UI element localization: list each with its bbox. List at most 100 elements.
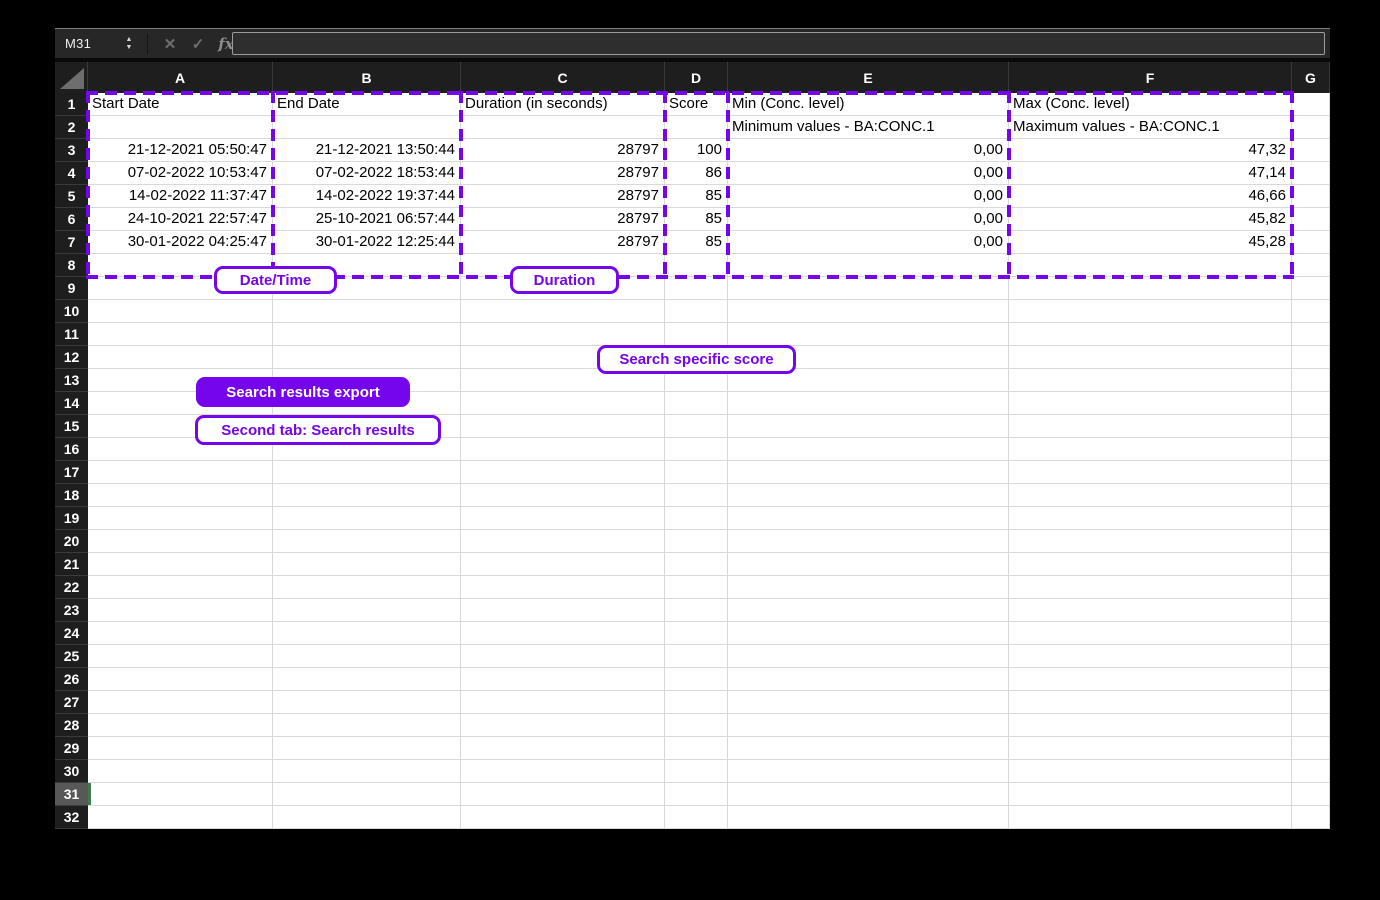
cell-F18[interactable] bbox=[1009, 484, 1292, 507]
cell-E29[interactable] bbox=[728, 737, 1009, 760]
cell-C6[interactable]: 28797 bbox=[461, 208, 665, 231]
cell-D17[interactable] bbox=[665, 461, 728, 484]
cell-B7[interactable]: 30-01-2022 12:25:44 bbox=[273, 231, 461, 254]
cell-G32[interactable] bbox=[1292, 806, 1330, 829]
cell-A18[interactable] bbox=[88, 484, 273, 507]
second-tab-search-results-button[interactable]: Second tab: Search results bbox=[195, 415, 441, 445]
stepper-up-icon[interactable]: ▲ bbox=[121, 36, 137, 43]
cell-F24[interactable] bbox=[1009, 622, 1292, 645]
cell-D3[interactable]: 100 bbox=[665, 139, 728, 162]
cell-F21[interactable] bbox=[1009, 553, 1292, 576]
cell-E31[interactable] bbox=[728, 783, 1009, 806]
row-header-5[interactable]: 5 bbox=[55, 185, 88, 208]
cell-A12[interactable] bbox=[88, 346, 273, 369]
cell-C24[interactable] bbox=[461, 622, 665, 645]
cell-F3[interactable]: 47,32 bbox=[1009, 139, 1292, 162]
cell-G29[interactable] bbox=[1292, 737, 1330, 760]
cell-G9[interactable] bbox=[1292, 277, 1330, 300]
search-results-export-button[interactable]: Search results export bbox=[196, 377, 410, 407]
cell-D8[interactable] bbox=[665, 254, 728, 277]
cell-F26[interactable] bbox=[1009, 668, 1292, 691]
cell-E19[interactable] bbox=[728, 507, 1009, 530]
cell-E23[interactable] bbox=[728, 599, 1009, 622]
cell-G24[interactable] bbox=[1292, 622, 1330, 645]
cell-F27[interactable] bbox=[1009, 691, 1292, 714]
cell-E4[interactable]: 0,00 bbox=[728, 162, 1009, 185]
cell-C11[interactable] bbox=[461, 323, 665, 346]
row-header-20[interactable]: 20 bbox=[55, 530, 88, 553]
cell-D1[interactable]: Score bbox=[665, 93, 728, 116]
row-header-32[interactable]: 32 bbox=[55, 806, 88, 829]
cell-D27[interactable] bbox=[665, 691, 728, 714]
cell-E15[interactable] bbox=[728, 415, 1009, 438]
row-header-8[interactable]: 8 bbox=[55, 254, 88, 277]
cell-D14[interactable] bbox=[665, 392, 728, 415]
cell-B20[interactable] bbox=[273, 530, 461, 553]
cell-A2[interactable] bbox=[88, 116, 273, 139]
cell-E6[interactable]: 0,00 bbox=[728, 208, 1009, 231]
cell-E10[interactable] bbox=[728, 300, 1009, 323]
row-header-22[interactable]: 22 bbox=[55, 576, 88, 599]
row-header-25[interactable]: 25 bbox=[55, 645, 88, 668]
cell-F17[interactable] bbox=[1009, 461, 1292, 484]
cell-F11[interactable] bbox=[1009, 323, 1292, 346]
cell-A4[interactable]: 07-02-2022 10:53:47 bbox=[88, 162, 273, 185]
cell-G15[interactable] bbox=[1292, 415, 1330, 438]
cell-E28[interactable] bbox=[728, 714, 1009, 737]
cell-C25[interactable] bbox=[461, 645, 665, 668]
cell-C23[interactable] bbox=[461, 599, 665, 622]
cell-D21[interactable] bbox=[665, 553, 728, 576]
cell-A3[interactable]: 21-12-2021 05:50:47 bbox=[88, 139, 273, 162]
row-header-14[interactable]: 14 bbox=[55, 392, 88, 415]
cell-F10[interactable] bbox=[1009, 300, 1292, 323]
cell-B11[interactable] bbox=[273, 323, 461, 346]
column-header-G[interactable]: G bbox=[1292, 62, 1330, 93]
cell-G20[interactable] bbox=[1292, 530, 1330, 553]
cell-D16[interactable] bbox=[665, 438, 728, 461]
name-box-stepper[interactable]: ▲ ▼ bbox=[121, 36, 137, 51]
cell-G12[interactable] bbox=[1292, 346, 1330, 369]
cell-E25[interactable] bbox=[728, 645, 1009, 668]
cell-E17[interactable] bbox=[728, 461, 1009, 484]
cell-B25[interactable] bbox=[273, 645, 461, 668]
column-header-B[interactable]: B bbox=[273, 62, 461, 93]
cell-A5[interactable]: 14-02-2022 11:37:47 bbox=[88, 185, 273, 208]
duration-annotation-button[interactable]: Duration bbox=[510, 266, 619, 294]
formula-input[interactable] bbox=[232, 32, 1325, 55]
cell-G30[interactable] bbox=[1292, 760, 1330, 783]
cell-A30[interactable] bbox=[88, 760, 273, 783]
cell-E20[interactable] bbox=[728, 530, 1009, 553]
cell-G28[interactable] bbox=[1292, 714, 1330, 737]
row-header-2[interactable]: 2 bbox=[55, 116, 88, 139]
cell-B29[interactable] bbox=[273, 737, 461, 760]
cell-B19[interactable] bbox=[273, 507, 461, 530]
cell-C5[interactable]: 28797 bbox=[461, 185, 665, 208]
cell-G17[interactable] bbox=[1292, 461, 1330, 484]
row-header-31[interactable]: 31 bbox=[55, 783, 88, 806]
cell-B6[interactable]: 25-10-2021 06:57:44 bbox=[273, 208, 461, 231]
cell-B30[interactable] bbox=[273, 760, 461, 783]
cell-G5[interactable] bbox=[1292, 185, 1330, 208]
cell-F13[interactable] bbox=[1009, 369, 1292, 392]
cell-E3[interactable]: 0,00 bbox=[728, 139, 1009, 162]
cell-C31[interactable] bbox=[461, 783, 665, 806]
cell-F8[interactable] bbox=[1009, 254, 1292, 277]
cell-G21[interactable] bbox=[1292, 553, 1330, 576]
row-header-9[interactable]: 9 bbox=[55, 277, 88, 300]
cell-B28[interactable] bbox=[273, 714, 461, 737]
cell-E30[interactable] bbox=[728, 760, 1009, 783]
row-header-28[interactable]: 28 bbox=[55, 714, 88, 737]
row-header-6[interactable]: 6 bbox=[55, 208, 88, 231]
cell-B31[interactable] bbox=[273, 783, 461, 806]
cell-D29[interactable] bbox=[665, 737, 728, 760]
cell-E11[interactable] bbox=[728, 323, 1009, 346]
cell-A24[interactable] bbox=[88, 622, 273, 645]
cell-G13[interactable] bbox=[1292, 369, 1330, 392]
cell-G7[interactable] bbox=[1292, 231, 1330, 254]
cell-C2[interactable] bbox=[461, 116, 665, 139]
cell-A20[interactable] bbox=[88, 530, 273, 553]
column-header-F[interactable]: F bbox=[1009, 62, 1292, 93]
cell-D25[interactable] bbox=[665, 645, 728, 668]
row-header-13[interactable]: 13 bbox=[55, 369, 88, 392]
cell-F28[interactable] bbox=[1009, 714, 1292, 737]
